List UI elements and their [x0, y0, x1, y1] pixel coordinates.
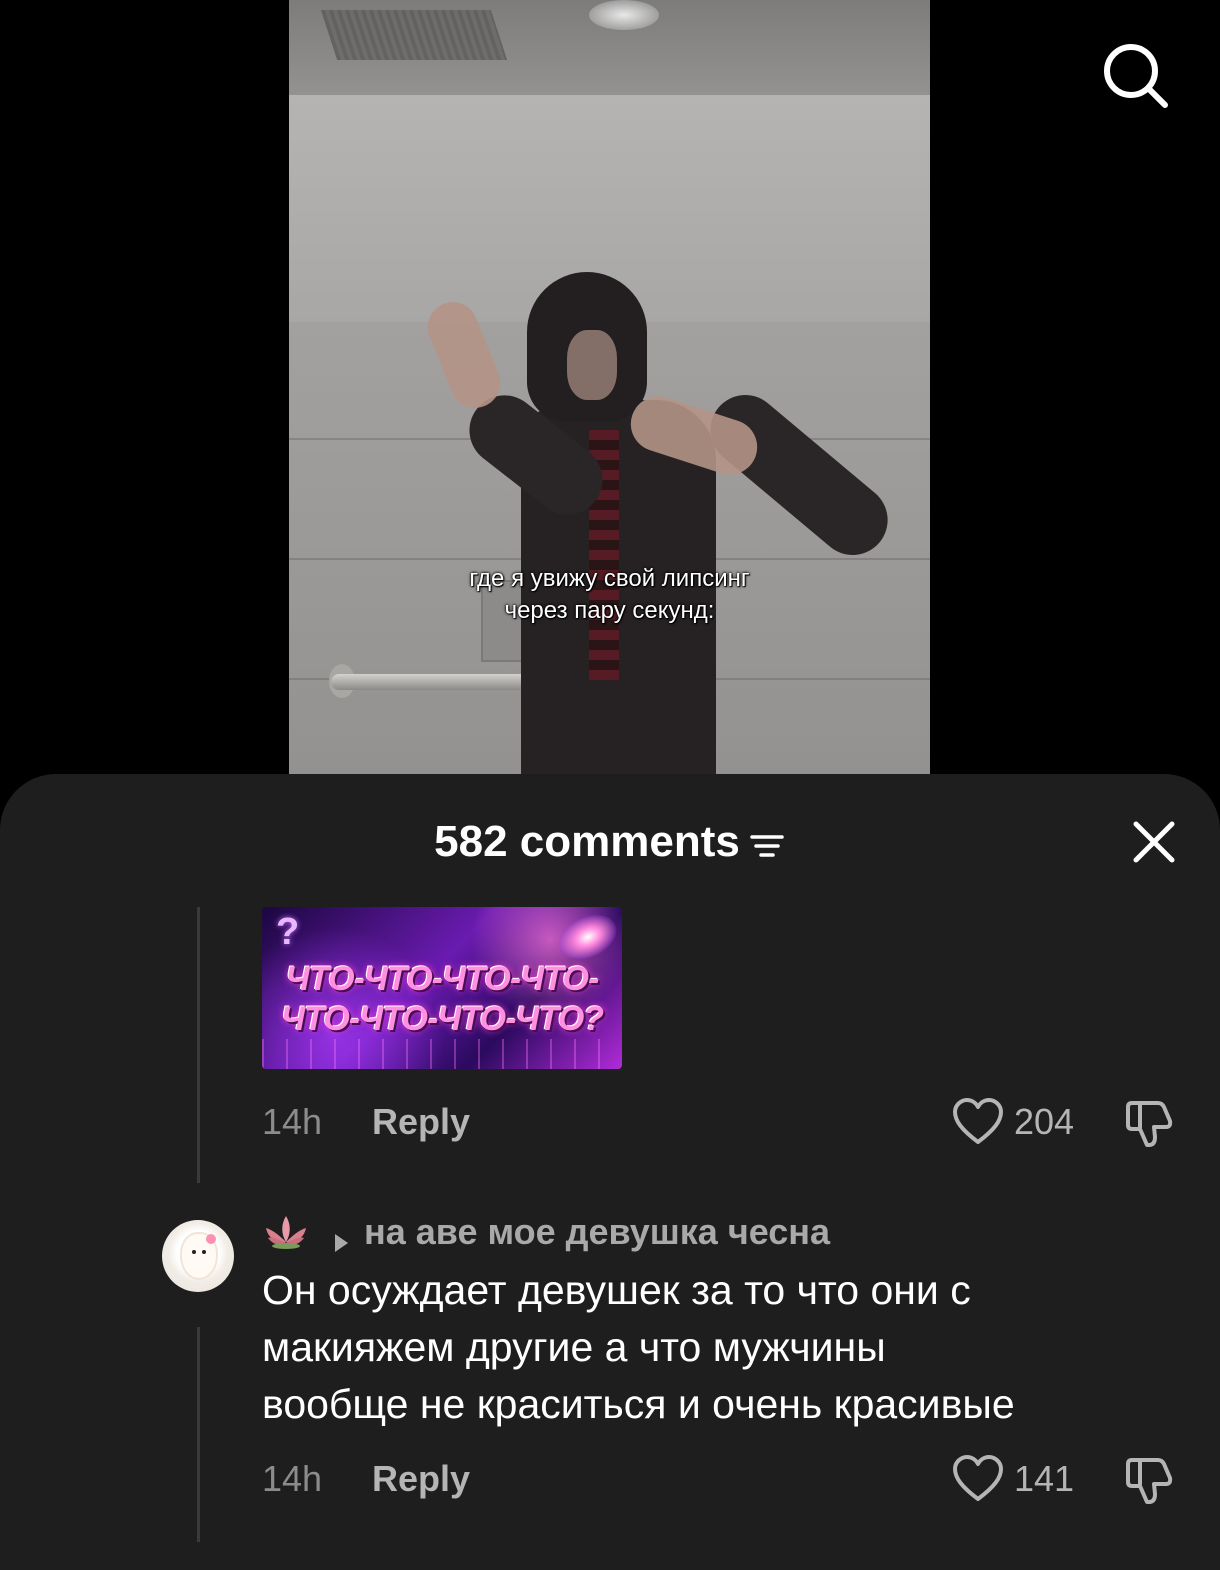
reply-thread-line: [197, 1327, 200, 1542]
like-group: 141: [952, 1454, 1074, 1504]
sticker-question-mark: ?: [276, 911, 300, 953]
thumbs-down-icon: [1126, 1458, 1173, 1504]
comment-meta-row: 14h Reply 141: [262, 1454, 1192, 1504]
comment-meta-row: 14h Reply 204: [262, 1097, 1192, 1147]
reply-thread-line: [197, 907, 200, 1183]
sticker-text: ЧТО-ЧТО-ЧТО-ЧТО- ЧТО-ЧТО-ЧТО-ЧТО?: [262, 959, 622, 1039]
video-ceiling-light: [589, 0, 659, 30]
search-icon: [1104, 44, 1168, 108]
comment-author-line: на аве мое девушка чесна: [262, 1210, 830, 1254]
dislike-button[interactable]: [1124, 1099, 1176, 1149]
reply-button[interactable]: Reply: [372, 1101, 470, 1143]
avatar-eye: [192, 1250, 196, 1254]
heart-icon[interactable]: [952, 1454, 1004, 1504]
reply-to-username[interactable]: на аве мое девушка чесна: [364, 1211, 830, 1253]
reply-button[interactable]: Reply: [372, 1458, 470, 1500]
tiktok-screen: где я увижу свой липсинг через пару секу…: [0, 0, 1220, 1570]
comments-header: 582 comments: [0, 814, 1220, 870]
sort-filter-icon[interactable]: [748, 823, 786, 861]
sticker-text-line-1: ЧТО-ЧТО-ЧТО-ЧТО-: [285, 960, 600, 998]
sticker-text-line-2: ЧТО-ЧТО-ЧТО-ЧТО?: [280, 1000, 604, 1038]
heart-icon[interactable]: [952, 1097, 1004, 1147]
like-group: 204: [952, 1097, 1074, 1147]
sticker-grid: [262, 1039, 622, 1069]
avatar[interactable]: [162, 1220, 234, 1292]
video-ceiling-vent: [320, 10, 508, 60]
dislike-button[interactable]: [1124, 1456, 1176, 1506]
video-player[interactable]: где я увижу свой липсинг через пару секу…: [289, 0, 930, 800]
comment-timestamp: 14h: [262, 1101, 323, 1142]
comments-sheet: 582 comments ? ЧТО-ЧТО-ЧТО-ЧТО- ЧТО-ЧТО-…: [0, 774, 1220, 1570]
like-count: 141: [1014, 1458, 1075, 1499]
search-button[interactable]: [1100, 40, 1170, 110]
like-count: 204: [1014, 1101, 1075, 1142]
avatar-flower: [206, 1234, 216, 1244]
video-caption-line-1: где я увижу свой липсинг: [469, 565, 750, 592]
lotus-icon: [262, 1212, 310, 1252]
arrow-right-icon: [332, 1221, 350, 1252]
comments-count-title: 582 comments: [434, 817, 740, 866]
close-icon: [1133, 821, 1175, 863]
comment-text: Он осуждает девушек за то что они с маки…: [262, 1267, 1015, 1427]
video-caption-line-2: через пару секунд:: [504, 597, 715, 624]
thumbs-down-icon: [1126, 1101, 1173, 1147]
comment-timestamp: 14h: [262, 1458, 323, 1499]
comment-sticker[interactable]: ? ЧТО-ЧТО-ЧТО-ЧТО- ЧТО-ЧТО-ЧТО-ЧТО?: [262, 907, 622, 1069]
video-person-face: [567, 330, 617, 400]
video-caption: где я увижу свой липсинг через пару секу…: [289, 563, 930, 627]
avatar-eye: [202, 1250, 206, 1254]
close-comments-button[interactable]: [1124, 812, 1184, 872]
